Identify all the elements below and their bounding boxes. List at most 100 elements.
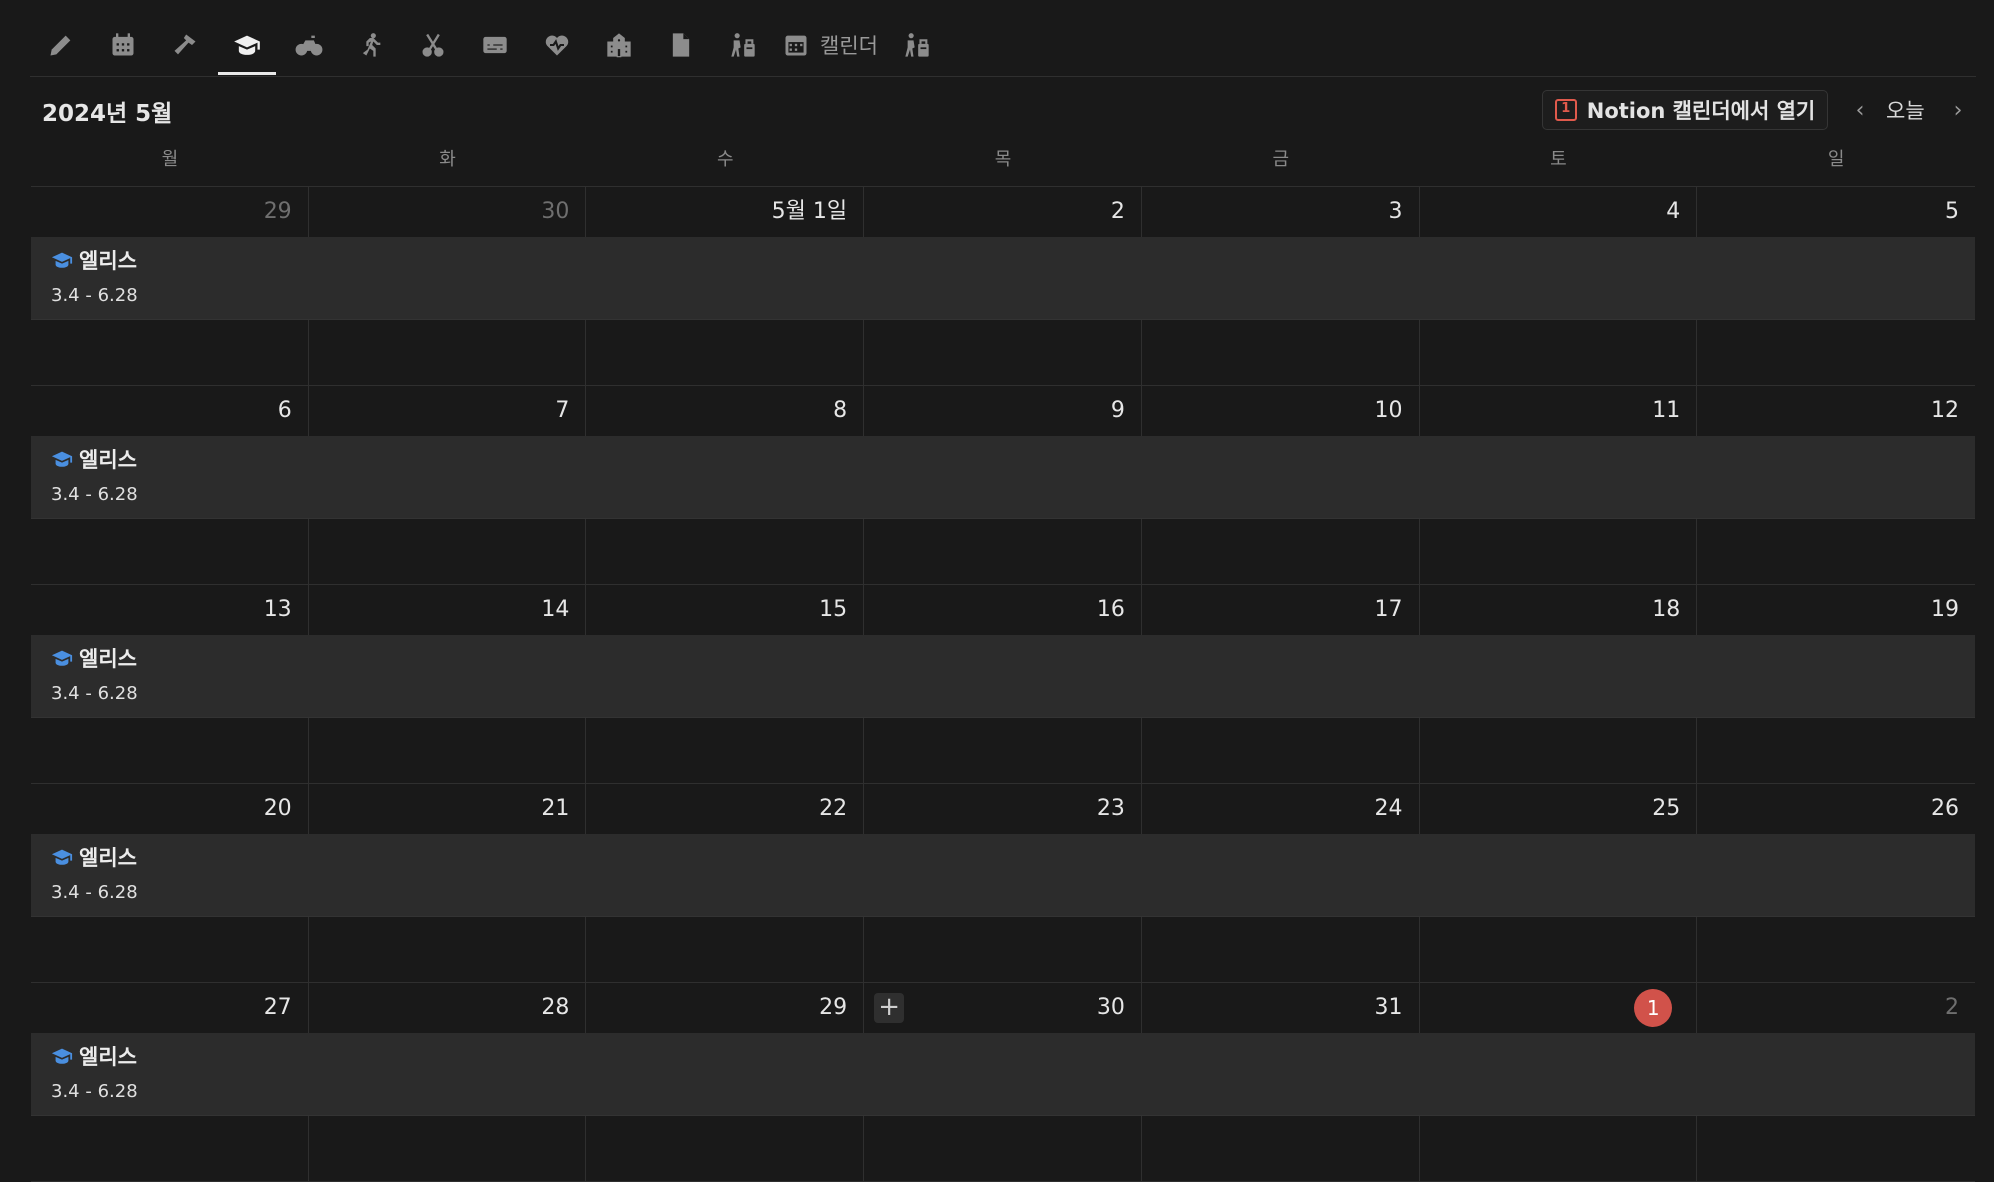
running-person-icon (357, 31, 385, 59)
event-title-text: 엘리스 (79, 1045, 137, 1069)
day-number: 29 (263, 199, 292, 224)
day-number: 15 (819, 597, 848, 622)
day-number: 4 (1666, 199, 1681, 224)
weekday-label: 목 (994, 149, 1012, 170)
view-tab-label: 캘린더 (820, 34, 878, 58)
day-number: 2 (1944, 995, 1959, 1020)
event-title-text: 엘리스 (79, 448, 137, 472)
bicycle-icon (295, 31, 323, 59)
event-title: 엘리스 (51, 245, 137, 275)
today-button[interactable]: 오늘 (1886, 95, 1925, 125)
event-date-range: 3.4 - 6.28 (51, 1081, 138, 1102)
day-number: 22 (819, 796, 848, 821)
graduation-cap-icon (51, 1045, 73, 1067)
day-number: 10 (1374, 398, 1403, 423)
school-building-icon (605, 31, 633, 59)
view-tab-graduation-cap[interactable] (216, 16, 278, 75)
graduation-cap-icon (51, 846, 73, 868)
hammer-icon (171, 31, 199, 59)
open-button-label: Notion 캘린더에서 열기 (1586, 99, 1816, 123)
add-event-button[interactable]: + (874, 993, 905, 1023)
day-number: 3 (1388, 199, 1403, 224)
today-date-badge: 1 (1634, 989, 1673, 1027)
subtitles-icon (481, 31, 509, 59)
weekday-header-row: 월 화 수 목 금 토 일 (31, 146, 1975, 186)
view-tab-school-building[interactable] (588, 16, 650, 74)
event-date-range: 3.4 - 6.28 (51, 285, 138, 306)
weekday-label: 금 (1272, 149, 1290, 170)
day-number: 14 (541, 597, 570, 622)
calendar-grid: 29 30 5월 1일 2 3 4 5 엘리스 3.4 - 6.28 6 7 8 9 10 11 12 엘리스 3… (31, 186, 1975, 1182)
graduation-cap-icon (51, 249, 73, 271)
day-number: 24 (1374, 796, 1403, 821)
heart-pulse-icon (543, 31, 571, 59)
day-number: 28 (541, 995, 570, 1020)
event-bar[interactable]: 엘리스 3.4 - 6.28 (31, 834, 1975, 917)
day-number: 6 (277, 398, 292, 423)
view-tab-pencil[interactable] (30, 16, 92, 74)
event-title-text: 엘리스 (79, 647, 137, 671)
day-number: 30 (541, 199, 570, 224)
view-tab-hammer[interactable] (154, 16, 216, 74)
graduation-cap-icon (51, 647, 73, 669)
day-number: 20 (263, 796, 292, 821)
event-title: 엘리스 (51, 842, 137, 872)
day-number: 31 (1374, 995, 1403, 1020)
scissors-icon (419, 31, 447, 59)
view-tab-heart-pulse[interactable] (526, 16, 588, 74)
calendar-week-row: 13 14 15 16 17 18 19 엘리스 3.4 - 6.28 (31, 585, 1975, 784)
person-with-bag-icon (903, 31, 931, 59)
weekday-label: 월 (161, 149, 179, 170)
event-date-range: 3.4 - 6.28 (51, 882, 138, 903)
pencil-icon (47, 31, 75, 59)
weekday-label: 일 (1827, 149, 1845, 170)
notion-calendar-icon: 1 (1554, 99, 1577, 121)
day-number: 21 (541, 796, 570, 821)
view-tab-bicycle[interactable] (278, 16, 340, 74)
event-date-range: 3.4 - 6.28 (51, 683, 138, 704)
chevron-left-icon[interactable]: ‹ (1846, 96, 1874, 124)
day-number: 7 (555, 398, 570, 423)
person-with-bag-icon (729, 31, 757, 59)
day-number: 12 (1930, 398, 1959, 423)
view-tab-subtitles[interactable] (464, 16, 526, 74)
weekday-label: 토 (1550, 149, 1567, 170)
day-number: 23 (1096, 796, 1125, 821)
event-bar[interactable]: 엘리스 3.4 - 6.28 (31, 635, 1975, 718)
view-tab-calendar[interactable]: 캘린더 (774, 16, 886, 74)
event-bar[interactable]: 엘리스 3.4 - 6.28 (31, 1033, 1975, 1116)
weekday-label: 수 (717, 149, 734, 170)
day-number: 11 (1652, 398, 1681, 423)
chevron-right-icon[interactable]: › (1944, 96, 1972, 124)
day-number: 2 (1110, 199, 1125, 224)
calendar-week-row: 6 7 8 9 10 11 12 엘리스 3.4 - 6.28 (31, 386, 1975, 585)
day-number: 29 (819, 995, 848, 1020)
day-number: 18 (1652, 597, 1681, 622)
calendar-week-row: 29 30 5월 1일 2 3 4 5 엘리스 3.4 - 6.28 (31, 187, 1975, 386)
view-tabs-bar: 캘린더 (30, 16, 1976, 77)
day-number: 9 (1110, 398, 1125, 423)
open-in-notion-calendar-button[interactable]: 1 Notion 캘린더에서 열기 (1542, 90, 1828, 130)
calendar-week-row: 27 28 29 30 +31 1 2 엘리스 3.4 - 6.28 (31, 983, 1975, 1182)
page-title: 2024년 5월 (42, 101, 173, 127)
event-bar[interactable]: 엘리스 3.4 - 6.28 (31, 237, 1975, 320)
view-tab-running-person[interactable] (340, 16, 402, 74)
view-tab-scissors[interactable] (402, 16, 464, 74)
view-tab-person-with-bag[interactable] (886, 16, 948, 74)
event-title: 엘리스 (51, 643, 137, 673)
event-title-text: 엘리스 (79, 249, 137, 273)
graduation-cap-icon (51, 448, 73, 470)
day-number: 5 (1944, 199, 1959, 224)
view-tab-person-with-bag[interactable] (712, 16, 774, 74)
day-number: 19 (1930, 597, 1959, 622)
view-tab-calendar-grid[interactable] (92, 16, 154, 74)
event-bar[interactable]: 엘리스 3.4 - 6.28 (31, 436, 1975, 519)
day-number: 27 (263, 995, 292, 1020)
day-number: 17 (1374, 597, 1403, 622)
view-tab-document[interactable] (650, 16, 712, 74)
event-date-range: 3.4 - 6.28 (51, 484, 138, 505)
calendar-grid-icon (109, 31, 137, 59)
day-number: 13 (263, 597, 292, 622)
calendar-icon (782, 31, 810, 59)
document-icon (667, 31, 695, 59)
